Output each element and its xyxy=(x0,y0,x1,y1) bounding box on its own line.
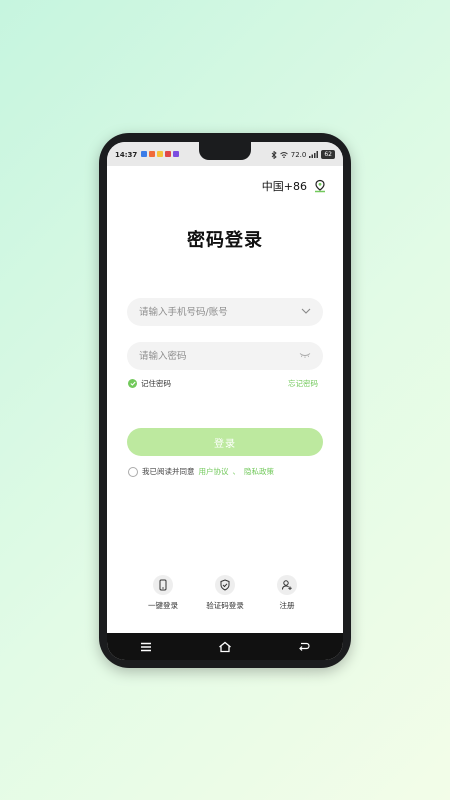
register-button[interactable]: 注册 xyxy=(257,575,317,611)
back-icon xyxy=(298,642,310,651)
app-notification-icon xyxy=(141,151,147,157)
network-speed: 72.0 xyxy=(290,150,307,159)
code-login-button[interactable]: 验证码登录 xyxy=(195,575,255,611)
eye-closed-icon[interactable] xyxy=(299,351,311,359)
location-pin-icon xyxy=(315,179,325,193)
page-title: 密码登录 xyxy=(187,230,263,251)
phone-screen: 14:37 72.0 62 中国+86 密码登录 请输入手机号码/账号 记住密码… xyxy=(107,142,343,660)
register-label: 注册 xyxy=(279,601,295,610)
phone-icon xyxy=(153,575,173,595)
agreement-row: 我已阅读并同意 用户协议、隐私政策 xyxy=(128,466,274,477)
status-time: 14:37 xyxy=(115,151,138,159)
app-notification-icon xyxy=(157,151,163,157)
account-field[interactable] xyxy=(127,298,323,326)
status-app-icons xyxy=(141,151,179,157)
status-bar: 14:37 72.0 62 xyxy=(107,142,343,166)
user-agreement-link[interactable]: 用户协议 xyxy=(199,466,229,477)
password-field[interactable] xyxy=(127,342,323,370)
privacy-policy-link[interactable]: 隐私政策 xyxy=(244,466,274,477)
battery-icon: 62 xyxy=(321,150,335,159)
menu-nav-button[interactable] xyxy=(126,637,166,657)
agreement-checkbox[interactable] xyxy=(128,466,138,477)
remember-checkbox[interactable] xyxy=(128,379,137,388)
home-icon xyxy=(219,641,231,652)
agreement-separator: 、 xyxy=(232,467,241,476)
app-notification-icon xyxy=(165,151,171,157)
one-click-login-label: 一键登录 xyxy=(148,601,178,610)
chevron-down-icon[interactable] xyxy=(301,307,311,315)
add-user-icon xyxy=(277,575,297,595)
forgot-password-link[interactable]: 忘记密码 xyxy=(288,378,318,389)
camera-notch xyxy=(199,142,251,160)
back-nav-button[interactable] xyxy=(284,637,324,657)
home-nav-button[interactable] xyxy=(205,637,245,657)
password-input[interactable] xyxy=(139,342,289,370)
remember-label: 记住密码 xyxy=(141,379,171,388)
shield-check-icon xyxy=(215,575,235,595)
app-notification-icon xyxy=(149,151,155,157)
login-button[interactable]: 登录 xyxy=(127,428,323,456)
region-code: 中国+86 xyxy=(261,180,307,193)
status-indicators: 72.0 62 xyxy=(271,150,335,159)
bluetooth-icon xyxy=(271,150,277,159)
agreement-prefix: 我已阅读并同意 xyxy=(142,467,195,476)
check-icon xyxy=(129,381,136,386)
app-notification-icon xyxy=(173,151,179,157)
signal-icon xyxy=(309,151,319,158)
one-click-login-button[interactable]: 一键登录 xyxy=(133,575,193,611)
remember-password[interactable]: 记住密码 xyxy=(128,378,171,389)
menu-icon xyxy=(141,642,152,651)
wifi-icon xyxy=(279,152,288,158)
code-login-label: 验证码登录 xyxy=(206,601,244,610)
system-nav-bar xyxy=(107,633,343,660)
region-selector[interactable]: 中国+86 xyxy=(262,178,327,194)
account-input[interactable] xyxy=(139,298,289,326)
